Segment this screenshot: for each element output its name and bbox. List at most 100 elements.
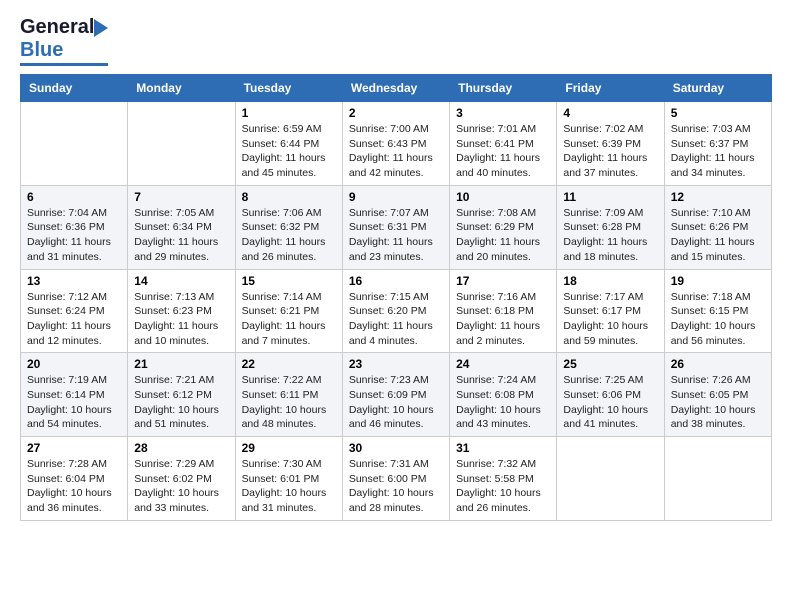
header-day-tuesday: Tuesday bbox=[235, 75, 342, 102]
header-day-sunday: Sunday bbox=[21, 75, 128, 102]
calendar-cell: 29 Sunrise: 7:30 AM Sunset: 6:01 PM Dayli… bbox=[235, 437, 342, 521]
day-number: 22 bbox=[242, 357, 336, 371]
day-detail: Sunrise: 6:59 AM Sunset: 6:44 PM Dayligh… bbox=[242, 123, 326, 179]
logo-underline bbox=[20, 63, 108, 66]
calendar-cell: 3 Sunrise: 7:01 AM Sunset: 6:41 PM Daylig… bbox=[450, 102, 557, 186]
calendar-table: SundayMondayTuesdayWednesdayThursdayFrid… bbox=[20, 74, 772, 521]
calendar-cell: 2 Sunrise: 7:00 AM Sunset: 6:43 PM Daylig… bbox=[342, 102, 449, 186]
day-number: 20 bbox=[27, 357, 121, 371]
calendar-cell bbox=[664, 437, 771, 521]
day-number: 25 bbox=[563, 357, 657, 371]
day-number: 17 bbox=[456, 274, 550, 288]
day-detail: Sunrise: 7:28 AM Sunset: 6:04 PM Dayligh… bbox=[27, 458, 112, 514]
day-detail: Sunrise: 7:18 AM Sunset: 6:15 PM Dayligh… bbox=[671, 291, 756, 347]
calendar-cell: 30 Sunrise: 7:31 AM Sunset: 6:00 PM Dayli… bbox=[342, 437, 449, 521]
day-detail: Sunrise: 7:17 AM Sunset: 6:17 PM Dayligh… bbox=[563, 291, 648, 347]
calendar-cell: 16 Sunrise: 7:15 AM Sunset: 6:20 PM Dayli… bbox=[342, 269, 449, 353]
header-row: SundayMondayTuesdayWednesdayThursdayFrid… bbox=[21, 75, 772, 102]
day-number: 3 bbox=[456, 106, 550, 120]
day-number: 11 bbox=[563, 190, 657, 204]
calendar-cell: 1 Sunrise: 6:59 AM Sunset: 6:44 PM Daylig… bbox=[235, 102, 342, 186]
day-number: 7 bbox=[134, 190, 228, 204]
day-detail: Sunrise: 7:07 AM Sunset: 6:31 PM Dayligh… bbox=[349, 207, 433, 263]
day-number: 5 bbox=[671, 106, 765, 120]
logo-general-text: General bbox=[20, 16, 94, 39]
day-detail: Sunrise: 7:02 AM Sunset: 6:39 PM Dayligh… bbox=[563, 123, 647, 179]
day-detail: Sunrise: 7:25 AM Sunset: 6:06 PM Dayligh… bbox=[563, 374, 648, 430]
day-detail: Sunrise: 7:16 AM Sunset: 6:18 PM Dayligh… bbox=[456, 291, 540, 347]
day-detail: Sunrise: 7:15 AM Sunset: 6:20 PM Dayligh… bbox=[349, 291, 433, 347]
calendar-cell: 17 Sunrise: 7:16 AM Sunset: 6:18 PM Dayli… bbox=[450, 269, 557, 353]
week-row: 20 Sunrise: 7:19 AM Sunset: 6:14 PM Dayli… bbox=[21, 353, 772, 437]
calendar-cell bbox=[557, 437, 664, 521]
day-number: 24 bbox=[456, 357, 550, 371]
day-number: 6 bbox=[27, 190, 121, 204]
day-number: 15 bbox=[242, 274, 336, 288]
calendar-cell: 6 Sunrise: 7:04 AM Sunset: 6:36 PM Daylig… bbox=[21, 185, 128, 269]
calendar-cell: 11Sunrise: 7:09 AM Sunset: 6:28 PM Dayli… bbox=[557, 185, 664, 269]
day-number: 23 bbox=[349, 357, 443, 371]
logo-blue-text: Blue bbox=[20, 39, 63, 62]
day-number: 31 bbox=[456, 441, 550, 455]
day-number: 30 bbox=[349, 441, 443, 455]
day-detail: Sunrise: 7:00 AM Sunset: 6:43 PM Dayligh… bbox=[349, 123, 433, 179]
header-day-thursday: Thursday bbox=[450, 75, 557, 102]
day-number: 13 bbox=[27, 274, 121, 288]
logo-top: General bbox=[20, 16, 108, 39]
day-number: 29 bbox=[242, 441, 336, 455]
day-number: 10 bbox=[456, 190, 550, 204]
day-detail: Sunrise: 7:22 AM Sunset: 6:11 PM Dayligh… bbox=[242, 374, 327, 430]
week-row: 27Sunrise: 7:28 AM Sunset: 6:04 PM Dayli… bbox=[21, 437, 772, 521]
day-detail: Sunrise: 7:04 AM Sunset: 6:36 PM Dayligh… bbox=[27, 207, 111, 263]
calendar-cell: 23 Sunrise: 7:23 AM Sunset: 6:09 PM Dayli… bbox=[342, 353, 449, 437]
calendar-cell: 22 Sunrise: 7:22 AM Sunset: 6:11 PM Dayli… bbox=[235, 353, 342, 437]
header-day-wednesday: Wednesday bbox=[342, 75, 449, 102]
day-detail: Sunrise: 7:21 AM Sunset: 6:12 PM Dayligh… bbox=[134, 374, 219, 430]
calendar-cell: 10 Sunrise: 7:08 AM Sunset: 6:29 PM Dayli… bbox=[450, 185, 557, 269]
calendar-cell bbox=[128, 102, 235, 186]
week-row: 13Sunrise: 7:12 AM Sunset: 6:24 PM Dayli… bbox=[21, 269, 772, 353]
day-detail: Sunrise: 7:08 AM Sunset: 6:29 PM Dayligh… bbox=[456, 207, 540, 263]
calendar-cell: 5Sunrise: 7:03 AM Sunset: 6:37 PM Daylig… bbox=[664, 102, 771, 186]
day-number: 26 bbox=[671, 357, 765, 371]
day-number: 18 bbox=[563, 274, 657, 288]
calendar-cell: 27Sunrise: 7:28 AM Sunset: 6:04 PM Dayli… bbox=[21, 437, 128, 521]
day-detail: Sunrise: 7:23 AM Sunset: 6:09 PM Dayligh… bbox=[349, 374, 434, 430]
day-detail: Sunrise: 7:10 AM Sunset: 6:26 PM Dayligh… bbox=[671, 207, 755, 263]
day-number: 12 bbox=[671, 190, 765, 204]
week-row: 1 Sunrise: 6:59 AM Sunset: 6:44 PM Daylig… bbox=[21, 102, 772, 186]
header-day-friday: Friday bbox=[557, 75, 664, 102]
calendar-cell: 28Sunrise: 7:29 AM Sunset: 6:02 PM Dayli… bbox=[128, 437, 235, 521]
calendar-cell: 25 Sunrise: 7:25 AM Sunset: 6:06 PM Dayli… bbox=[557, 353, 664, 437]
day-number: 2 bbox=[349, 106, 443, 120]
day-number: 1 bbox=[242, 106, 336, 120]
calendar-cell: 15 Sunrise: 7:14 AM Sunset: 6:21 PM Dayli… bbox=[235, 269, 342, 353]
day-detail: Sunrise: 7:31 AM Sunset: 6:00 PM Dayligh… bbox=[349, 458, 434, 514]
calendar-cell: 19 Sunrise: 7:18 AM Sunset: 6:15 PM Dayli… bbox=[664, 269, 771, 353]
calendar-cell: 24 Sunrise: 7:24 AM Sunset: 6:08 PM Dayli… bbox=[450, 353, 557, 437]
day-detail: Sunrise: 7:30 AM Sunset: 6:01 PM Dayligh… bbox=[242, 458, 327, 514]
day-number: 19 bbox=[671, 274, 765, 288]
day-detail: Sunrise: 7:19 AM Sunset: 6:14 PM Dayligh… bbox=[27, 374, 112, 430]
calendar-header: SundayMondayTuesdayWednesdayThursdayFrid… bbox=[21, 75, 772, 102]
calendar-body: 1 Sunrise: 6:59 AM Sunset: 6:44 PM Daylig… bbox=[21, 102, 772, 521]
day-detail: Sunrise: 7:24 AM Sunset: 6:08 PM Dayligh… bbox=[456, 374, 541, 430]
calendar-cell: 31Sunrise: 7:32 AM Sunset: 5:58 PM Dayli… bbox=[450, 437, 557, 521]
day-detail: Sunrise: 7:05 AM Sunset: 6:34 PM Dayligh… bbox=[134, 207, 218, 263]
header-day-saturday: Saturday bbox=[664, 75, 771, 102]
calendar-cell: 26 Sunrise: 7:26 AM Sunset: 6:05 PM Dayli… bbox=[664, 353, 771, 437]
logo-name-block: General Blue bbox=[20, 16, 108, 66]
calendar-cell: 14Sunrise: 7:13 AM Sunset: 6:23 PM Dayli… bbox=[128, 269, 235, 353]
day-detail: Sunrise: 7:01 AM Sunset: 6:41 PM Dayligh… bbox=[456, 123, 540, 179]
calendar-cell: 12 Sunrise: 7:10 AM Sunset: 6:26 PM Dayli… bbox=[664, 185, 771, 269]
day-number: 9 bbox=[349, 190, 443, 204]
day-detail: Sunrise: 7:26 AM Sunset: 6:05 PM Dayligh… bbox=[671, 374, 756, 430]
day-detail: Sunrise: 7:29 AM Sunset: 6:02 PM Dayligh… bbox=[134, 458, 219, 514]
calendar-cell: 13Sunrise: 7:12 AM Sunset: 6:24 PM Dayli… bbox=[21, 269, 128, 353]
calendar-cell: 21Sunrise: 7:21 AM Sunset: 6:12 PM Dayli… bbox=[128, 353, 235, 437]
day-number: 16 bbox=[349, 274, 443, 288]
day-detail: Sunrise: 7:14 AM Sunset: 6:21 PM Dayligh… bbox=[242, 291, 326, 347]
calendar-cell bbox=[21, 102, 128, 186]
day-number: 14 bbox=[134, 274, 228, 288]
day-number: 4 bbox=[563, 106, 657, 120]
